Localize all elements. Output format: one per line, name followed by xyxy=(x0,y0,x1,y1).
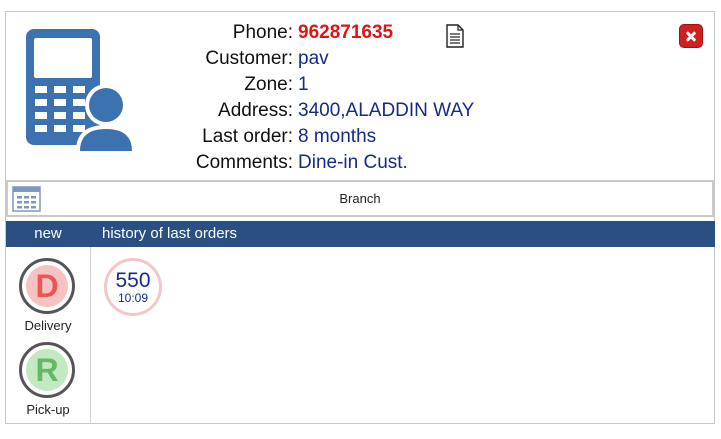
branch-label: Branch xyxy=(339,191,381,206)
zone-label: Zone: xyxy=(244,74,293,95)
tab-history[interactable]: history of last orders xyxy=(102,221,237,247)
address-label: Address: xyxy=(218,100,293,121)
history-order-amount: 550 xyxy=(115,269,151,292)
address-value: 3400,ALADDIN WAY xyxy=(298,100,475,121)
close-button[interactable] xyxy=(679,24,703,48)
delivery-letter: D xyxy=(26,265,68,307)
history-order-time: 10:09 xyxy=(117,291,149,305)
tab-new[interactable]: new xyxy=(6,221,90,247)
delivery-label: Delivery xyxy=(24,318,72,333)
last-order-label: Last order: xyxy=(202,126,293,147)
zone-value: 1 xyxy=(298,74,309,95)
comments-label: Comments: xyxy=(195,152,293,173)
delivery-badge: D xyxy=(19,258,75,314)
order-type-column: D Delivery R Pick-up xyxy=(6,247,91,423)
pickup-badge: R xyxy=(19,342,75,398)
phone-label: Phone: xyxy=(232,22,293,43)
order-history: 550 10:09 xyxy=(91,247,715,423)
customer-value: pav xyxy=(298,48,329,69)
comments-value: Dine-in Cust. xyxy=(298,152,408,173)
phone-customer-icon xyxy=(26,29,136,151)
last-order-value: 8 months xyxy=(298,126,377,147)
pickup-letter: R xyxy=(26,349,68,391)
pickup-label: Pick-up xyxy=(26,402,70,417)
phone-value: 962871635 xyxy=(298,22,394,43)
document-icon[interactable] xyxy=(444,24,466,48)
history-order-chip[interactable]: 550 10:09 xyxy=(104,258,162,316)
branch-bar[interactable]: Branch xyxy=(6,180,714,217)
nav-bar: new history of last orders xyxy=(6,221,715,247)
customer-label: Customer: xyxy=(205,48,293,69)
